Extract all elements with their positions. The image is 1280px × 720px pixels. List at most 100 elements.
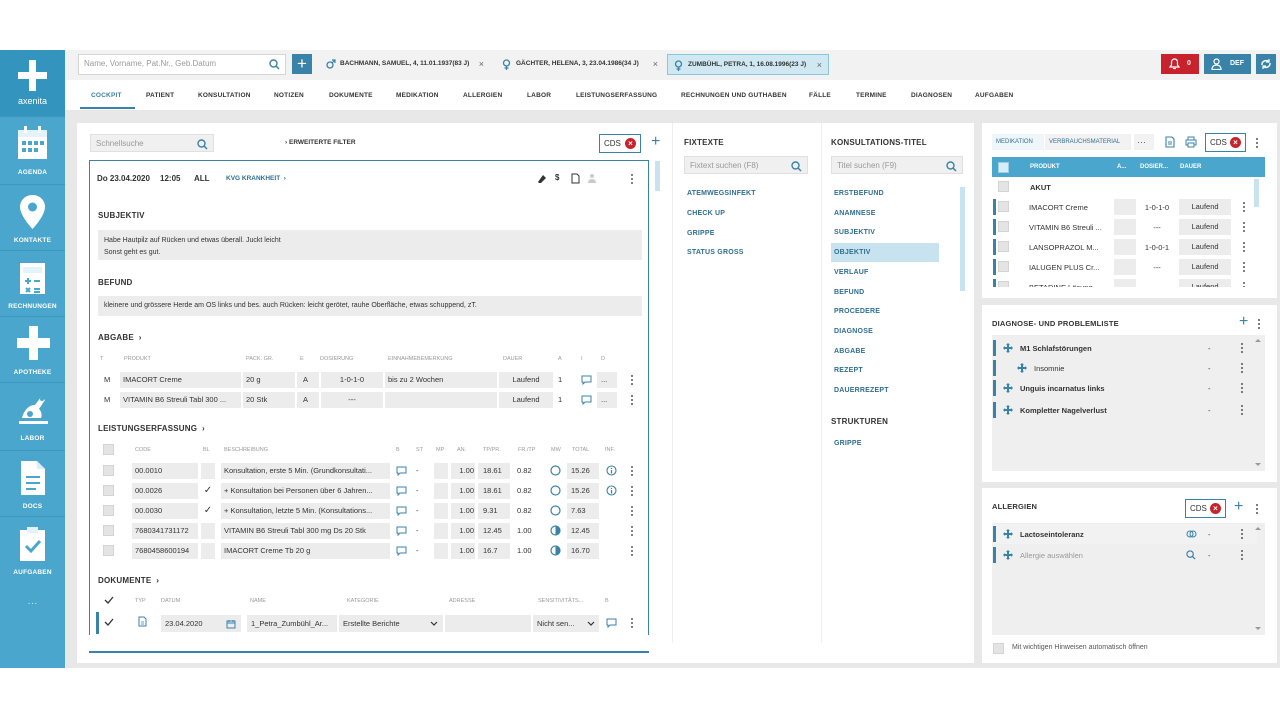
move-handle-icon[interactable] [1003, 550, 1013, 560]
close-icon[interactable]: × [479, 59, 484, 69]
cell-bl-check[interactable] [201, 523, 215, 539]
tab-patient[interactable]: PATIENT [146, 92, 174, 99]
more-options-icon[interactable] [630, 485, 634, 497]
more-options-icon[interactable] [630, 505, 634, 517]
mwst-circle-icon[interactable] [550, 505, 561, 516]
scrollbar-thumb[interactable] [655, 161, 660, 191]
leistung-row[interactable]: 00.0010 Konsultation, erste 5 Min. (Grund… [90, 461, 650, 481]
add-diagnose-button[interactable]: + [1239, 313, 1248, 331]
fixtext-search-input[interactable]: Fixtext suchen (F8) [684, 156, 808, 174]
docs-title[interactable]: DOKUMENTE › [98, 576, 159, 585]
tab-cockpit[interactable]: COCKPIT [91, 92, 122, 99]
befund-text[interactable]: kleinere und grössere Herde am OS links … [98, 296, 642, 316]
billing-dollar[interactable]: $ [555, 173, 559, 182]
cell-mp[interactable] [434, 523, 448, 539]
calendar-icon[interactable] [226, 619, 236, 629]
patient-search-input[interactable]: Name, Vorname, Pat.Nr., Geb.Datum [78, 54, 286, 75]
diagnose-row[interactable]: M1 Schlafstörungen - [992, 338, 1257, 358]
med-a[interactable] [1114, 219, 1136, 235]
tab-leistungserfassung[interactable]: LEISTUNGSERFASSUNG [576, 92, 657, 99]
more-options-icon[interactable] [630, 525, 634, 537]
title-item[interactable]: ABGABE [831, 342, 939, 361]
document-icon[interactable] [571, 173, 580, 184]
cell-bl-check[interactable] [201, 463, 215, 479]
select-all-checkbox[interactable] [998, 162, 1009, 173]
case-selector[interactable]: KVG KRANKHEIT › [226, 175, 286, 182]
title-item[interactable]: DAUERREZEPT [831, 381, 939, 400]
sidebar-more[interactable]: ··· [0, 598, 65, 609]
more-options-icon[interactable] [1240, 404, 1244, 416]
more-options-icon[interactable] [1255, 137, 1259, 149]
search-icon[interactable] [1186, 550, 1196, 560]
more-options-icon[interactable] [1242, 201, 1246, 213]
scroll-up-icon[interactable] [1255, 526, 1261, 530]
patient-tab-zumbuehl[interactable]: ZUMBÜHL, PETRA, 1, 16.08.1996(23 J) × [667, 54, 829, 75]
cell-bl-check[interactable]: ✓ [201, 503, 215, 519]
nav-labor[interactable]: LABOR [0, 382, 65, 448]
tab-termine[interactable]: TERMINE [856, 92, 887, 99]
leistung-row[interactable]: 00.0026 ✓ + Konsultation bei Personen über… [90, 481, 650, 501]
row-checkbox[interactable] [998, 181, 1009, 192]
row-checkbox[interactable] [998, 261, 1009, 272]
scroll-up-icon[interactable] [1255, 338, 1261, 342]
search-icon[interactable] [791, 161, 802, 172]
title-search-input[interactable]: Titel suchen (F9) [831, 156, 963, 174]
comment-icon[interactable] [396, 526, 407, 536]
nav-docs[interactable]: DOCS [0, 450, 65, 516]
extended-filter-link[interactable]: › ERWEITERTE FILTER [285, 139, 356, 146]
med-a[interactable] [1114, 199, 1136, 215]
search-icon[interactable] [269, 59, 280, 70]
info-icon[interactable] [606, 485, 617, 496]
cds-toggle[interactable]: CDS × [1185, 499, 1226, 518]
add-patient-button[interactable]: + [292, 54, 312, 74]
title-item[interactable]: ERSTBEFUND [831, 184, 939, 203]
user-menu-button[interactable]: DEF [1204, 54, 1251, 74]
scrollbar-thumb[interactable] [1254, 179, 1259, 207]
check-icon[interactable] [104, 596, 114, 605]
tab-labor[interactable]: LABOR [527, 92, 551, 99]
fixtext-item[interactable]: STATUS GROSS [687, 249, 744, 256]
fixtext-item[interactable]: GRIPPE [687, 230, 715, 237]
mwst-circle-icon[interactable] [550, 485, 561, 496]
tab-rechnungen[interactable]: RECHNUNGEN UND GUTHABEN [681, 92, 787, 99]
row-checkbox[interactable] [998, 221, 1009, 232]
tab-faelle[interactable]: FÄLLE [809, 92, 831, 99]
more-options-icon[interactable] [1240, 342, 1244, 354]
cell-mp[interactable] [434, 463, 448, 479]
nav-apotheke[interactable]: APOTHEKE [0, 316, 65, 382]
diagnose-row[interactable]: Unguis incarnatus links - [992, 378, 1257, 398]
info-icon[interactable] [606, 465, 617, 476]
chevron-down-icon[interactable] [430, 621, 438, 626]
cell-mp[interactable] [434, 483, 448, 499]
document-icon[interactable] [1165, 136, 1175, 148]
cell-mp[interactable] [434, 543, 448, 559]
title-item[interactable]: DIAGNOSE [831, 322, 939, 341]
move-handle-icon[interactable] [1017, 363, 1027, 373]
more-options-icon[interactable] [630, 545, 634, 557]
abgabe-row[interactable]: M IMACORT Creme 20 g A 1-0-1-0 bis zu 2 … [90, 370, 650, 390]
comment-icon[interactable] [581, 395, 592, 405]
comment-icon[interactable] [581, 375, 592, 385]
close-icon[interactable]: × [653, 59, 658, 69]
row-checkbox[interactable] [103, 545, 114, 556]
mwst-circle-icon[interactable] [550, 465, 561, 476]
diagnose-row[interactable]: Kompletter Nagelverlust - [992, 400, 1257, 420]
title-item[interactable]: REZEPT [831, 361, 939, 380]
more-options-icon[interactable] [1242, 241, 1246, 253]
fixtext-item[interactable]: ATEMWEGSINFEKT [687, 190, 756, 197]
title-item[interactable]: PROCEDERE [831, 302, 939, 321]
more-options-icon[interactable] [1240, 382, 1244, 394]
row-checkbox[interactable] [998, 201, 1009, 212]
document-row[interactable]: 23.04.2020 1_Petra_Zumbühl_Ar... Erstell… [90, 612, 650, 634]
row-checkbox[interactable] [103, 465, 114, 476]
switch-button[interactable] [1256, 54, 1276, 74]
move-handle-icon[interactable] [1003, 383, 1013, 393]
more-options-icon[interactable] [630, 617, 634, 629]
row-checkbox[interactable] [103, 505, 114, 516]
close-icon[interactable]: × [817, 60, 822, 70]
tab-dokumente[interactable]: DOKUMENTE [329, 92, 373, 99]
search-icon[interactable] [946, 161, 957, 172]
select-all-checkbox[interactable] [103, 444, 114, 455]
add-consultation-button[interactable]: + [651, 133, 660, 151]
tab-medikation[interactable]: MEDIKATION [992, 134, 1044, 150]
